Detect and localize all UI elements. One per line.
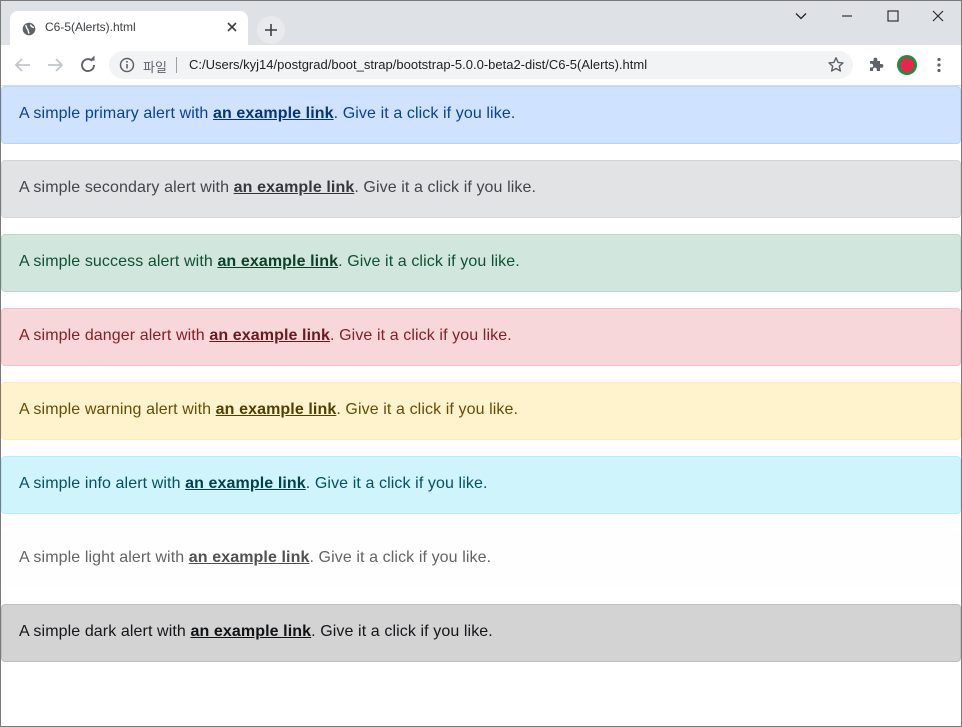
maximize-icon [887, 10, 899, 22]
alert-suffix: . Give it a click if you like. [338, 253, 520, 270]
alert-prefix: A simple secondary alert with [19, 179, 234, 196]
alert-text: A simple warning alert with an example l… [19, 401, 518, 419]
alert-danger: A simple danger alert with an example li… [1, 308, 961, 366]
alert-text: A simple light alert with an example lin… [19, 549, 491, 567]
bookmark-star-icon[interactable] [827, 56, 845, 74]
url-separator [176, 57, 177, 73]
alert-link[interactable]: an example link [217, 253, 338, 270]
chevron-down-icon [795, 13, 807, 20]
alert-suffix: . Give it a click if you like. [305, 475, 488, 492]
alert-suffix: . Give it a click if you like. [330, 327, 512, 344]
alert-text: A simple primary alert with an example l… [19, 105, 515, 123]
address-bar[interactable]: 파일 C:/Users/kyj14/postgrad/boot_strap/bo… [109, 51, 853, 79]
alert-link[interactable]: an example link [189, 549, 310, 566]
alert-suffix: . Give it a click if you like. [354, 179, 537, 196]
alert-suffix: . Give it a click if you like. [311, 623, 493, 640]
globe-icon [22, 22, 36, 36]
alert-primary: A simple primary alert with an example l… [1, 86, 961, 144]
alert-dark: A simple dark alert with an example link… [1, 604, 961, 662]
maximize-button[interactable] [870, 1, 916, 31]
alert-link[interactable]: an example link [190, 623, 311, 640]
tab-strip: C6-5(Alerts).html [1, 1, 961, 45]
browser-window: C6-5(Alerts).html 파일 C:/Users/kyj14/post… [0, 0, 962, 727]
browser-tab[interactable]: C6-5(Alerts).html [10, 11, 248, 45]
alert-light: A simple light alert with an example lin… [1, 530, 961, 588]
alert-suffix: . Give it a click if you like. [309, 549, 492, 566]
alert-prefix: A simple dark alert with [19, 623, 191, 640]
minimize-button[interactable] [824, 1, 870, 31]
alert-info: A simple info alert with an example link… [1, 456, 961, 514]
alert-text: A simple danger alert with an example li… [19, 327, 512, 345]
reload-icon[interactable] [76, 53, 100, 77]
alert-link[interactable]: an example link [209, 327, 330, 344]
avatar-dot [900, 58, 914, 72]
alert-link[interactable]: an example link [213, 105, 334, 122]
tab-title: C6-5(Alerts).html [45, 20, 136, 34]
alert-prefix: A simple danger alert with [19, 327, 210, 344]
alert-prefix: A simple info alert with [19, 475, 186, 492]
alert-warning: A simple warning alert with an example l… [1, 382, 961, 440]
alert-success: A simple success alert with an example l… [1, 234, 961, 292]
new-tab-button[interactable] [257, 16, 285, 44]
alert-suffix: . Give it a click if you like. [333, 105, 516, 122]
close-window-button[interactable] [915, 1, 961, 31]
alert-prefix: A simple primary alert with [19, 105, 213, 122]
page-content: A simple primary alert with an example l… [1, 86, 961, 726]
tab-search-button[interactable] [778, 1, 824, 31]
minimize-icon [842, 15, 852, 17]
forward-icon[interactable] [43, 53, 67, 77]
url-text[interactable]: C:/Users/kyj14/postgrad/boot_strap/boots… [189, 57, 647, 72]
alert-link[interactable]: an example link [216, 401, 337, 418]
alert-prefix: A simple light alert with [19, 549, 189, 566]
browser-toolbar: 파일 C:/Users/kyj14/postgrad/boot_strap/bo… [1, 45, 961, 86]
alert-secondary: A simple secondary alert with an example… [1, 160, 961, 218]
close-icon [932, 10, 944, 22]
back-icon[interactable] [11, 53, 35, 77]
plus-icon [265, 24, 277, 36]
alert-link[interactable]: an example link [185, 475, 306, 492]
more-menu-icon[interactable] [931, 57, 947, 73]
alert-text: A simple success alert with an example l… [19, 253, 520, 271]
alert-text: A simple dark alert with an example link… [19, 623, 493, 641]
alert-link[interactable]: an example link [234, 179, 355, 196]
url-scheme-label: 파일 [143, 61, 167, 76]
info-icon[interactable] [119, 57, 135, 73]
profile-avatar[interactable] [897, 55, 917, 75]
close-tab-icon[interactable] [224, 19, 240, 35]
puzzle-extensions-icon[interactable] [866, 55, 886, 75]
alert-prefix: A simple success alert with [19, 253, 218, 270]
alert-text: A simple info alert with an example link… [19, 475, 488, 493]
alert-prefix: A simple warning alert with [19, 401, 216, 418]
alert-text: A simple secondary alert with an example… [19, 179, 536, 197]
alert-suffix: . Give it a click if you like. [336, 401, 519, 418]
